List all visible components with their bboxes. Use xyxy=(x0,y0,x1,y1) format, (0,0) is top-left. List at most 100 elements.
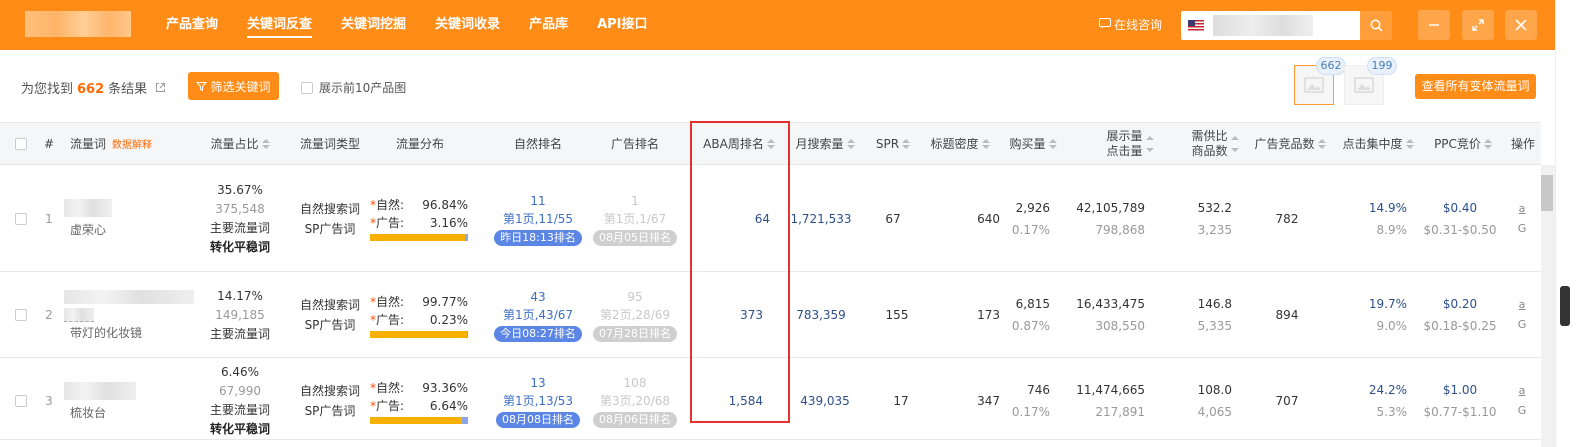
amazon-icon[interactable]: a xyxy=(1519,295,1526,315)
table-scrollbar-thumb[interactable] xyxy=(1541,175,1553,211)
share-percent: 14.17% xyxy=(217,288,263,303)
sort-icon[interactable] xyxy=(1317,138,1326,149)
organic-rank-cell[interactable]: 11 第1页,11/55 昨日18:13排名 xyxy=(478,165,598,272)
asin-search-box[interactable] xyxy=(1181,11,1361,40)
sort-icon[interactable] xyxy=(1405,138,1414,149)
nav-product-query[interactable]: 产品查询 xyxy=(166,0,218,50)
operations-cell: a G xyxy=(1512,272,1532,358)
sort-icon[interactable] xyxy=(1483,138,1492,149)
monthly-search-value: 439,035 xyxy=(800,394,850,408)
sort-icon[interactable] xyxy=(261,138,270,149)
nav-keyword-mining[interactable]: 关键词挖掘 xyxy=(341,0,406,50)
operations-cell: a G xyxy=(1512,165,1532,272)
sort-icon[interactable] xyxy=(902,138,911,149)
row-index: 3 xyxy=(45,394,53,408)
nav-product-library[interactable]: 产品库 xyxy=(529,0,568,50)
ppc-value: $0.20 xyxy=(1442,297,1478,311)
sort-icon[interactable] xyxy=(846,138,855,149)
export-icon[interactable] xyxy=(155,82,166,97)
show-top10-label: 展示前10产品图 xyxy=(319,81,407,95)
title-density-value: 347 xyxy=(977,394,1000,408)
col-traffic-share[interactable]: 流量占比 xyxy=(200,123,280,164)
maximize-button[interactable] xyxy=(1462,10,1494,40)
organic-rank: 13 xyxy=(530,376,546,390)
ppc-cell: $1.00 $0.77-$1.10 xyxy=(1420,358,1500,444)
nav-keyword-index[interactable]: 关键词收录 xyxy=(435,0,500,50)
col-ppc[interactable]: PPC竞价 xyxy=(1428,123,1498,164)
purchase-value: 6,815 xyxy=(1015,297,1050,311)
row-checkbox[interactable] xyxy=(13,165,29,272)
ad-share-fill xyxy=(461,416,468,424)
keyword-cell[interactable]: 梳妆台 xyxy=(64,358,144,444)
keyword-type-cell: 自然搜索词 SP广告词 xyxy=(290,165,370,272)
view-variant-keywords-button[interactable]: 查看所有变体流量词 xyxy=(1415,74,1536,99)
impressions-cell: 11,474,665 217,891 xyxy=(1065,358,1145,444)
organic-rank-cell[interactable]: 43 第1页,43/67 今日08:27排名 xyxy=(478,272,598,358)
app-logo[interactable] xyxy=(25,11,131,37)
natural-percent: 99.77% xyxy=(422,294,468,309)
spr-value: 155 xyxy=(885,308,909,322)
type-organic: 自然搜索词 xyxy=(299,298,360,312)
col-purchase[interactable]: 购买量 xyxy=(1003,123,1063,164)
traffic-share-cell: 14.17% 149,185 主要流量词 xyxy=(195,272,285,358)
keyword-cell[interactable]: 带灯的化妆镜 xyxy=(64,272,194,358)
nav-keyword-reverse[interactable]: 关键词反查 xyxy=(247,0,313,50)
row-checkbox[interactable] xyxy=(13,272,29,358)
search-input[interactable] xyxy=(1213,15,1313,36)
ad-rank-cell[interactable]: 108 第3页,20/68 08月06日排名 xyxy=(585,358,685,444)
side-drag-handle[interactable] xyxy=(1560,286,1570,326)
click-concentration-secondary: 5.3% xyxy=(1376,405,1408,419)
title-density-value: 173 xyxy=(977,308,1000,322)
organic-rank-cell[interactable]: 13 第1页,13/53 08月08日排名 xyxy=(478,358,598,444)
ad-rank-cell[interactable]: 95 第2页,28/69 07月28日排名 xyxy=(585,272,685,358)
nav-api[interactable]: API接口 xyxy=(597,0,647,50)
google-icon[interactable]: G xyxy=(1518,401,1527,421)
row-checkbox[interactable] xyxy=(13,358,29,444)
show-top10-checkbox[interactable] xyxy=(301,81,313,94)
col-spr[interactable]: SPR xyxy=(868,123,918,164)
sort-icon[interactable] xyxy=(1048,138,1057,149)
col-click-concentration[interactable]: 点击集中度 xyxy=(1338,123,1418,164)
col-operations: 操作 xyxy=(1510,137,1535,151)
close-button[interactable] xyxy=(1505,10,1537,40)
sort-icon[interactable] xyxy=(1230,135,1239,152)
ad-page: 第1页,1/67 xyxy=(603,211,667,226)
google-icon[interactable]: G xyxy=(1518,315,1527,335)
natural-percent: 93.36% xyxy=(422,380,468,395)
col-ad-competitors[interactable]: 广告竞品数 xyxy=(1250,123,1330,164)
col-supply-demand[interactable]: 需供比 商品数 xyxy=(1180,123,1250,164)
impressions-value: 11,474,665 xyxy=(1076,383,1145,397)
amazon-icon[interactable]: a xyxy=(1519,199,1526,219)
us-flag-icon[interactable] xyxy=(1188,20,1204,31)
image-placeholder-icon xyxy=(1354,77,1374,93)
select-all-checkbox[interactable] xyxy=(12,123,30,164)
traffic-dist-bar xyxy=(370,234,468,241)
ppc-range: $0.31-$0.50 xyxy=(1423,222,1497,237)
monthly-search-value: 783,359 xyxy=(796,308,846,322)
col-title-density[interactable]: 标题密度 xyxy=(925,123,995,164)
keyword-english-redacted xyxy=(64,307,94,322)
col-impressions-clicks[interactable]: 展示量 点击量 xyxy=(1090,123,1170,164)
data-explain-link[interactable]: 数据解释 xyxy=(112,136,152,151)
col-products-label: 商品数 xyxy=(1191,143,1228,158)
ad-label: 广告: xyxy=(376,312,405,327)
online-consult-link[interactable]: 在线咨询 xyxy=(1099,0,1162,50)
tag-main-traffic: 主要流量词 xyxy=(209,220,270,235)
organic-page: 第1页,11/55 xyxy=(502,211,574,226)
google-icon[interactable]: G xyxy=(1518,219,1527,239)
clicks-value: 798,868 xyxy=(1095,222,1145,237)
ad-rank: 108 xyxy=(623,376,647,390)
filter-keywords-button[interactable]: 筛选关键词 xyxy=(188,72,279,100)
sort-icon[interactable] xyxy=(1145,135,1154,152)
amazon-icon[interactable]: a xyxy=(1519,381,1526,401)
search-button[interactable] xyxy=(1360,11,1392,40)
ad-rank: 1 xyxy=(631,193,639,208)
minimize-button[interactable] xyxy=(1418,10,1450,40)
show-top10-toggle[interactable]: 展示前10产品图 xyxy=(301,79,406,96)
ad-label: 广告: xyxy=(376,398,405,413)
share-percent: 35.67% xyxy=(217,182,263,197)
col-monthly-search[interactable]: 月搜索量 xyxy=(790,123,860,164)
keyword-cell[interactable]: 虚荣心 xyxy=(64,165,144,272)
sort-icon[interactable] xyxy=(981,138,990,149)
ad-rank-cell[interactable]: 1 第1页,1/67 08月05日排名 xyxy=(585,165,685,272)
